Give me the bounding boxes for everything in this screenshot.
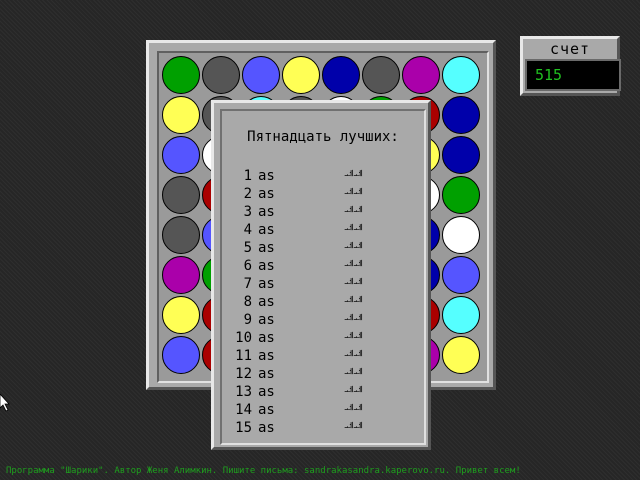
- high-score-name: as: [258, 420, 275, 436]
- ball-darkgray[interactable]: [202, 56, 240, 94]
- high-score-name: as: [258, 186, 275, 202]
- high-score-name: as: [258, 294, 275, 310]
- high-score-row: 14 as ᆀᆀ: [222, 401, 424, 419]
- ball-cyan[interactable]: [442, 56, 480, 94]
- ball-darkgray[interactable]: [362, 56, 400, 94]
- high-score-row: 7 as ᆀᆀ: [222, 275, 424, 293]
- high-score-score: ᆀᆀ: [344, 349, 363, 362]
- ball-purple[interactable]: [162, 256, 200, 294]
- ball-blue[interactable]: [242, 56, 280, 94]
- high-score-rank: 13: [235, 384, 252, 400]
- high-score-name: as: [258, 276, 275, 292]
- score-title: счет: [549, 40, 591, 58]
- high-score-rank: 4: [243, 222, 252, 238]
- score-value: 515: [525, 59, 621, 91]
- ball-darkgray[interactable]: [162, 176, 200, 214]
- ball-darkgray[interactable]: [162, 216, 200, 254]
- ball-navy[interactable]: [442, 136, 480, 174]
- high-score-row: 6 as ᆀᆀ: [222, 257, 424, 275]
- high-score-rank: 2: [243, 186, 252, 202]
- high-score-name: as: [258, 168, 275, 184]
- high-score-name: as: [258, 240, 275, 256]
- high-score-row: 2 as ᆀᆀ: [222, 185, 424, 203]
- high-score-row: 9 as ᆀᆀ: [222, 311, 424, 329]
- high-score-name: as: [258, 204, 275, 220]
- high-score-rank: 3: [243, 204, 252, 220]
- high-score-row: 4 as ᆀᆀ: [222, 221, 424, 239]
- high-score-score: ᆀᆀ: [344, 277, 363, 290]
- high-score-rank: 7: [243, 276, 252, 292]
- high-score-score: ᆀᆀ: [344, 331, 363, 344]
- high-score-score: ᆀᆀ: [344, 403, 363, 416]
- mouse-pointer-icon: [0, 394, 10, 412]
- ball-blue[interactable]: [442, 256, 480, 294]
- high-score-score: ᆀᆀ: [344, 367, 363, 380]
- high-score-score: ᆀᆀ: [344, 421, 363, 434]
- high-score-score: ᆀᆀ: [344, 169, 363, 182]
- score-panel: счет 515: [520, 36, 621, 96]
- high-score-row: 1 as ᆀᆀ: [222, 167, 424, 185]
- ball-navy[interactable]: [322, 56, 360, 94]
- high-score-rank: 12: [235, 366, 252, 382]
- high-score-row: 8 as ᆀᆀ: [222, 293, 424, 311]
- high-score-row: 3 as ᆀᆀ: [222, 203, 424, 221]
- ball-yellow[interactable]: [162, 96, 200, 134]
- high-score-score: ᆀᆀ: [344, 259, 363, 272]
- high-score-score: ᆀᆀ: [344, 295, 363, 308]
- high-score-rank: 6: [243, 258, 252, 274]
- high-score-row: 15 as ᆀᆀ: [222, 419, 424, 437]
- ball-blue[interactable]: [162, 336, 200, 374]
- high-score-score: ᆀᆀ: [344, 223, 363, 236]
- ball-green[interactable]: [162, 56, 200, 94]
- high-score-row: 10 as ᆀᆀ: [222, 329, 424, 347]
- high-score-name: as: [258, 222, 275, 238]
- high-score-rank: 11: [235, 348, 252, 364]
- high-score-row: 13 as ᆀᆀ: [222, 383, 424, 401]
- high-score-rank: 15: [235, 420, 252, 436]
- high-scores-dialog: Пятнадцать лучших: 1 as ᆀᆀ 2 as ᆀᆀ 3 as ᆀᆀ 4 as ᆀᆀ 5…: [211, 100, 431, 450]
- high-score-score: ᆀᆀ: [344, 187, 363, 200]
- high-score-score: ᆀᆀ: [344, 385, 363, 398]
- ball-yellow[interactable]: [162, 296, 200, 334]
- high-score-rank: 10: [235, 330, 252, 346]
- ball-yellow[interactable]: [282, 56, 320, 94]
- high-score-score: ᆀᆀ: [344, 205, 363, 218]
- high-score-rank: 14: [235, 402, 252, 418]
- high-score-rank: 5: [243, 240, 252, 256]
- high-score-name: as: [258, 366, 275, 382]
- high-scores-title: Пятнадцать лучших:: [247, 129, 399, 145]
- high-score-name: as: [258, 258, 275, 274]
- ball-purple[interactable]: [402, 56, 440, 94]
- high-scores-panel: Пятнадцать лучших: 1 as ᆀᆀ 2 as ᆀᆀ 3 as ᆀᆀ 4 as ᆀᆀ 5…: [220, 109, 426, 445]
- ball-navy[interactable]: [442, 96, 480, 134]
- high-score-row: 12 as ᆀᆀ: [222, 365, 424, 383]
- high-score-row: 5 as ᆀᆀ: [222, 239, 424, 257]
- ball-blue[interactable]: [162, 136, 200, 174]
- high-score-rank: 8: [243, 294, 252, 310]
- ball-yellow[interactable]: [442, 336, 480, 374]
- high-score-row: 11 as ᆀᆀ: [222, 347, 424, 365]
- ball-green[interactable]: [442, 176, 480, 214]
- high-score-name: as: [258, 330, 275, 346]
- ball-cyan[interactable]: [442, 296, 480, 334]
- high-score-name: as: [258, 312, 275, 328]
- high-score-rank: 1: [243, 168, 252, 184]
- high-score-score: ᆀᆀ: [344, 241, 363, 254]
- high-score-score: ᆀᆀ: [344, 313, 363, 326]
- high-score-name: as: [258, 348, 275, 364]
- ball-white[interactable]: [442, 216, 480, 254]
- high-score-name: as: [258, 402, 275, 418]
- high-score-rank: 9: [243, 312, 252, 328]
- high-score-name: as: [258, 384, 275, 400]
- status-line: Программа "Шарики". Автор Женя Алимкин. …: [6, 466, 521, 476]
